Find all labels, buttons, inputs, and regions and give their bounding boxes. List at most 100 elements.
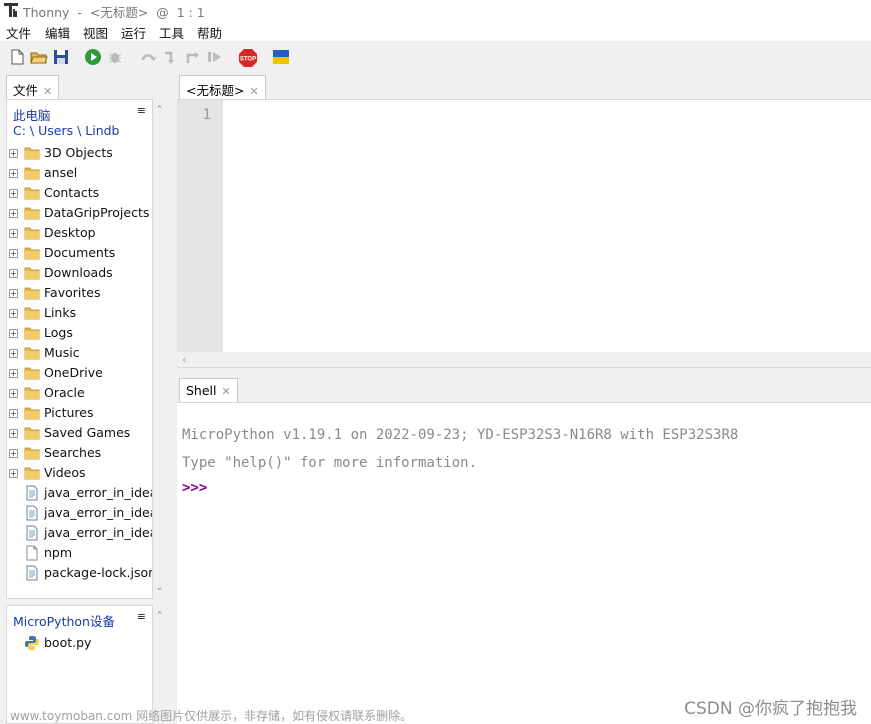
list-item[interactable]: boot.py: [7, 633, 154, 653]
folder-icon: [24, 185, 40, 201]
expand-icon[interactable]: +: [9, 189, 18, 198]
step-into-icon[interactable]: [162, 48, 182, 68]
ukraine-flag-icon[interactable]: [272, 48, 292, 68]
scroll-left-icon[interactable]: ‹: [182, 353, 186, 366]
expand-icon[interactable]: +: [9, 449, 18, 458]
expand-icon[interactable]: +: [9, 209, 18, 218]
current-path[interactable]: C: \ Users \ Lindb: [13, 123, 120, 138]
tree-row[interactable]: package-lock.json: [7, 563, 152, 583]
expand-icon[interactable]: +: [9, 429, 18, 438]
tree-row[interactable]: + Saved Games: [7, 423, 152, 443]
computer-label[interactable]: 此电脑: [13, 105, 51, 124]
expand-icon[interactable]: +: [9, 289, 18, 298]
expand-icon[interactable]: +: [9, 469, 18, 478]
folder-icon: [24, 205, 40, 221]
tree-row-label: java_error_in_idea6: [44, 485, 152, 500]
expand-icon[interactable]: +: [9, 369, 18, 378]
scroll-down-icon[interactable]: ⌄: [154, 583, 165, 594]
tree-row[interactable]: +3D Objects: [7, 143, 152, 163]
tab-untitled[interactable]: <无标题> ✕: [179, 75, 266, 99]
expand-icon[interactable]: +: [9, 249, 18, 258]
expand-icon[interactable]: +: [9, 349, 18, 358]
shell-console[interactable]: MicroPython v1.19.1 on 2022-09-23; YD-ES…: [177, 402, 871, 724]
editor-tab-bar: <无标题> ✕: [177, 75, 871, 99]
tree-row[interactable]: + Links: [7, 303, 152, 323]
expand-icon[interactable]: +: [9, 229, 18, 238]
tree-row[interactable]: + Pictures: [7, 403, 152, 423]
menu-tools[interactable]: 工具: [159, 23, 184, 42]
menu-edit[interactable]: 编辑: [45, 23, 70, 42]
folder-icon: [24, 285, 40, 301]
expand-icon[interactable]: +: [9, 389, 18, 398]
tree-row-label: OneDrive: [44, 365, 103, 380]
files-scrollbar[interactable]: ⌃ ⌄: [153, 99, 166, 599]
tree-row[interactable]: + Logs: [7, 323, 152, 343]
menu-icon[interactable]: ≡: [137, 104, 146, 117]
tree-row[interactable]: + Documents: [7, 243, 152, 263]
tree-row-label: Desktop: [44, 225, 96, 240]
code-editor[interactable]: 1: [177, 99, 871, 353]
run-icon[interactable]: [84, 48, 104, 68]
close-icon[interactable]: ✕: [249, 85, 258, 98]
folder-icon: [24, 465, 40, 481]
editor-horizontal-scrollbar[interactable]: ‹: [177, 352, 871, 368]
text-file-icon: [24, 505, 40, 521]
save-icon[interactable]: [52, 48, 72, 68]
menu-help[interactable]: 帮助: [197, 23, 222, 42]
step-over-icon[interactable]: [140, 48, 160, 68]
open-file-icon[interactable]: [30, 48, 50, 68]
tree-row[interactable]: + Videos: [7, 463, 152, 483]
tree-row[interactable]: + Downloads: [7, 263, 152, 283]
file-browser: 此电脑 ≡ C: \ Users \ Lindb +3D Objects + ans…: [6, 99, 153, 599]
tree-row[interactable]: + Searches: [7, 443, 152, 463]
title-bar: Thonny - <无标题> @ 1 : 1: [0, 0, 871, 20]
expand-icon[interactable]: +: [9, 309, 18, 318]
tree-row[interactable]: java_error_in_idea6: [7, 523, 152, 543]
expand-icon[interactable]: +: [9, 409, 18, 418]
device-file-label: boot.py: [44, 635, 92, 650]
tree-row[interactable]: java_error_in_idea6: [7, 503, 152, 523]
resume-icon[interactable]: [206, 48, 226, 68]
shell-output-line: Type "help()" for more information.: [182, 455, 478, 471]
expand-icon[interactable]: +: [9, 149, 18, 158]
expand-icon[interactable]: +: [9, 329, 18, 338]
menu-icon[interactable]: ≡: [137, 610, 146, 623]
line-number: 1: [202, 107, 211, 123]
new-file-icon[interactable]: [8, 48, 28, 68]
tree-row[interactable]: + Favorites: [7, 283, 152, 303]
shell-prompt[interactable]: >>>: [182, 480, 207, 496]
tab-files-label: 文件: [13, 83, 39, 98]
tree-row[interactable]: + Contacts: [7, 183, 152, 203]
tree-row-label: Links: [44, 305, 77, 320]
expand-icon[interactable]: +: [9, 269, 18, 278]
folder-icon: [24, 345, 40, 361]
step-out-icon[interactable]: [184, 48, 204, 68]
scroll-up-icon[interactable]: ⌃: [154, 611, 165, 622]
expand-icon[interactable]: +: [9, 169, 18, 178]
close-icon[interactable]: ✕: [43, 85, 52, 98]
menu-run[interactable]: 运行: [121, 23, 146, 42]
device-file-list: boot.py: [7, 633, 154, 653]
tab-shell[interactable]: Shell ✕: [179, 378, 238, 402]
tab-shell-label: Shell: [186, 383, 217, 398]
tree-row[interactable]: + Desktop: [7, 223, 152, 243]
scroll-up-icon[interactable]: ⌃: [154, 105, 165, 116]
menu-view[interactable]: 视图: [83, 23, 108, 42]
menu-file[interactable]: 文件: [6, 23, 31, 42]
tree-row[interactable]: java_error_in_idea6: [7, 483, 152, 503]
tree-row-label: Documents: [44, 245, 116, 260]
micropython-device-label[interactable]: MicroPython设备: [13, 611, 115, 630]
tree-row[interactable]: npm: [7, 543, 152, 563]
tree-row[interactable]: + DataGripProjects: [7, 203, 152, 223]
shell-output-line: MicroPython v1.19.1 on 2022-09-23; YD-ES…: [182, 427, 739, 443]
tree-row[interactable]: + Music: [7, 343, 152, 363]
tree-row[interactable]: + OneDrive: [7, 363, 152, 383]
watermark-right: CSDN @你疯了抱抱我: [684, 699, 857, 719]
file-tree: +3D Objects + ansel + Contacts + DataGripProje…: [7, 143, 152, 583]
stop-icon[interactable]: STOP: [238, 48, 258, 68]
tab-files[interactable]: 文件 ✕: [6, 75, 60, 99]
tree-row[interactable]: + Oracle: [7, 383, 152, 403]
debug-icon[interactable]: [106, 48, 126, 68]
tree-row[interactable]: + ansel: [7, 163, 152, 183]
close-icon[interactable]: ✕: [222, 385, 231, 398]
